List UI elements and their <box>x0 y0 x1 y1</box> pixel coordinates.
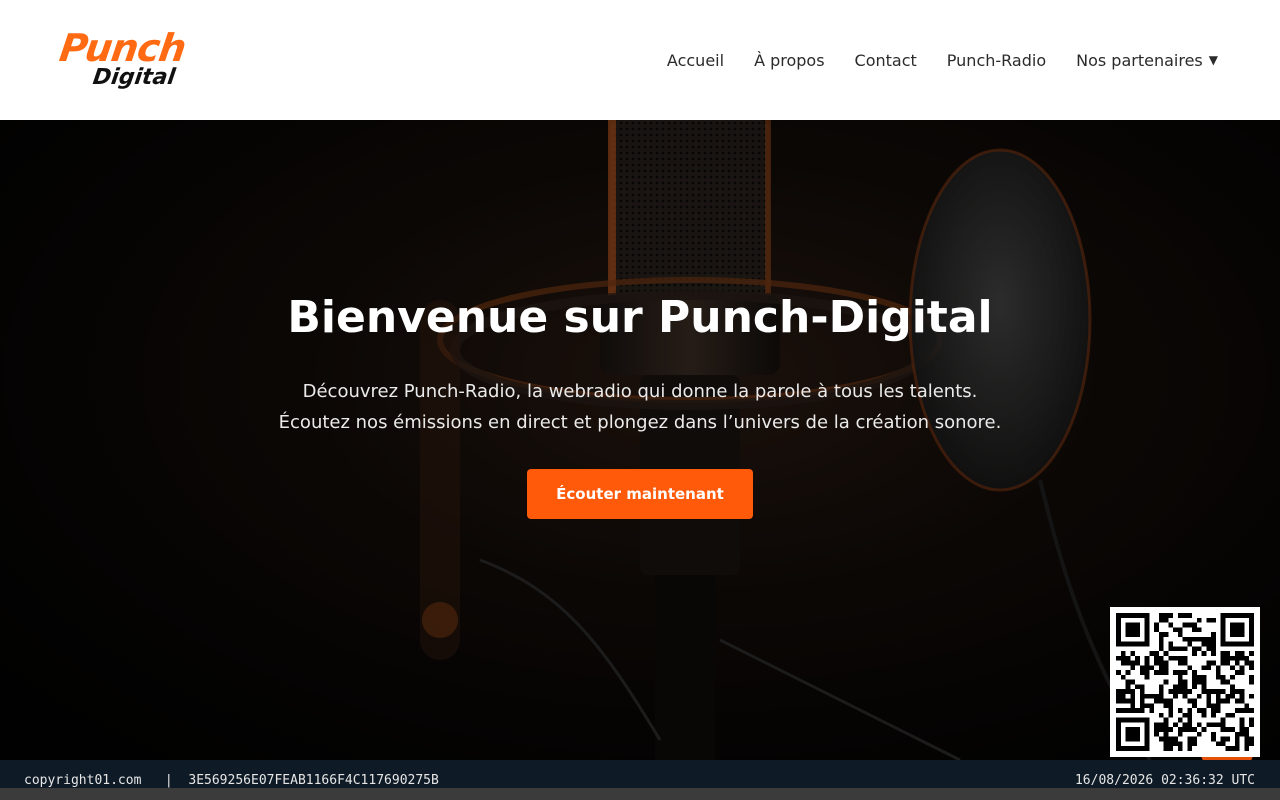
listen-now-button[interactable]: Écouter maintenant <box>527 469 753 519</box>
footer-timestamp: 16/08/2026 02:36:32 UTC <box>1074 773 1255 788</box>
watermark-footer: copyright01.com | 3E569256E07FEAB1166F4C… <box>0 760 1280 800</box>
logo-text-punch: Punch <box>56 26 189 70</box>
qr-code-graphic <box>1116 613 1254 751</box>
nav-label: Nos partenaires <box>1076 50 1203 70</box>
footer-domain: copyright01.com <box>24 773 142 788</box>
footer-scrollbar <box>0 788 1280 800</box>
punch-digital-logo[interactable]: Punch Digital <box>56 26 225 92</box>
logo-text-digital: Digital <box>91 65 177 90</box>
nav-item-punch-radio[interactable]: Punch-Radio <box>947 51 1046 70</box>
footer-hash: 3E569256E07FEAB1166F4C117690275B <box>188 773 439 788</box>
qr-code <box>1110 607 1260 757</box>
nav-item-nos-partenaires[interactable]: Nos partenaires ▼ <box>1076 51 1218 70</box>
footer-separator: | <box>164 773 173 788</box>
hero-subtitle-line1: Découvrez Punch-Radio, la webradio qui d… <box>302 381 978 402</box>
nav-label: Accueil <box>666 50 725 70</box>
nav-item-a-propos[interactable]: À propos <box>754 51 824 70</box>
nav-item-accueil[interactable]: Accueil <box>667 51 724 70</box>
site-header: Punch Digital Accueil À propos Contact P… <box>0 0 1280 120</box>
hero-subtitle-line2: Écoutez nos émissions en direct et plong… <box>278 412 1002 433</box>
footer-left-text: copyright01.com | 3E569256E07FEAB1166F4C… <box>24 773 439 788</box>
nav-label: Contact <box>854 50 917 70</box>
chevron-down-icon: ▼ <box>1208 53 1218 67</box>
main-nav: Accueil À propos Contact Punch-Radio Nos… <box>667 46 1218 74</box>
nav-item-contact[interactable]: Contact <box>855 51 917 70</box>
hero-title: Bienvenue sur Punch-Digital <box>287 292 993 343</box>
nav-label: À propos <box>754 50 825 70</box>
hero-dark-overlay <box>0 120 1280 760</box>
hero-section: Bienvenue sur Punch-Digital Découvrez Pu… <box>0 120 1280 760</box>
nav-label: Punch-Radio <box>946 50 1047 70</box>
